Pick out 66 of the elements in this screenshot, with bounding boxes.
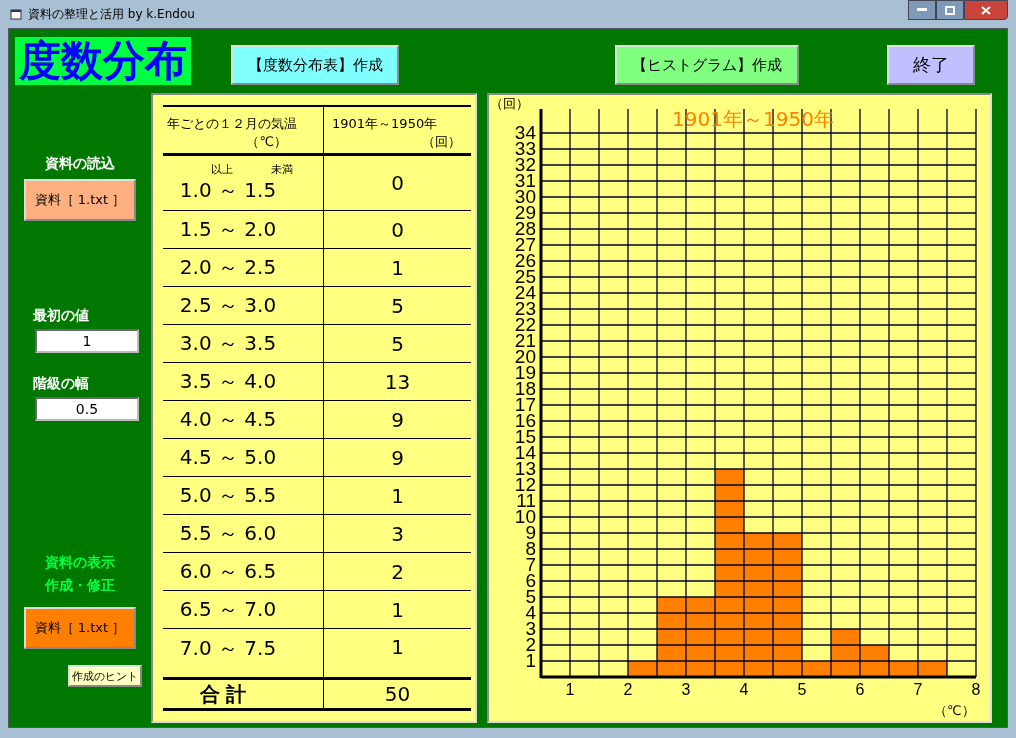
range-cell: 5.5 ～ 6.0 (179, 520, 277, 547)
x-tick-label: 4 (739, 681, 749, 698)
maximize-icon (945, 5, 955, 15)
range-cell: 5.0 ～ 5.5 (179, 482, 277, 509)
range-cell: 1.5 ～ 2.0 (179, 216, 277, 243)
range-cell: 6.0 ～ 6.5 (179, 558, 277, 585)
range-cell: 7.0 ～ 7.5 (179, 635, 277, 662)
count-cell: 1 (391, 483, 404, 508)
edit-file-button[interactable]: 資料［ 1.txt ］ (24, 607, 136, 649)
toolbar-button[interactable]: 終了 (887, 45, 975, 85)
range-cell: 3.5 ～ 4.0 (179, 368, 277, 395)
display-label: 資料の表示 (45, 553, 115, 572)
maximize-button[interactable] (936, 0, 964, 20)
bound-label: 以上 (211, 162, 233, 177)
window-title: 資料の整理と活用 by k.Endou (28, 5, 195, 23)
display-label: 作成・修正 (45, 576, 115, 595)
class-width-field[interactable]: 0.5 (35, 397, 139, 421)
x-tick-label: 7 (913, 681, 923, 698)
column-title: 1901年～1950年 (332, 115, 439, 133)
x-tick-label: 1 (565, 681, 575, 698)
range-cell: 3.0 ～ 3.5 (179, 330, 277, 357)
count-cell: 5 (391, 293, 404, 318)
toolbar-button[interactable]: 【ヒストグラム】作成 (615, 45, 799, 85)
count-cell: 0 (391, 171, 404, 195)
load-file-button[interactable]: 資料［ 1.txt ］ (24, 179, 136, 221)
range-cell: 1.0 ～ 1.5 (179, 177, 277, 204)
toolbar-button[interactable]: 【度数分布表】作成 (231, 45, 399, 85)
first-value-field[interactable]: 1 (35, 329, 139, 353)
class-width-label: 階級の幅 (33, 375, 89, 393)
column-unit: （回） (422, 133, 461, 151)
range-cell: 6.5 ～ 7.0 (179, 596, 277, 623)
x-tick-label: 3 (681, 681, 691, 698)
range-cell: 2.5 ～ 3.0 (179, 292, 277, 319)
close-button[interactable] (964, 0, 1008, 20)
range-cell: 2.0 ～ 2.5 (179, 254, 277, 281)
y-axis-unit: （回） (490, 96, 529, 111)
count-cell: 2 (391, 559, 404, 584)
count-cell: 0 (391, 217, 404, 242)
count-cell: 9 (391, 445, 404, 470)
window-icon (10, 8, 22, 20)
x-tick-label: 5 (797, 681, 807, 698)
count-cell: 1 (391, 597, 404, 622)
close-icon (981, 5, 991, 15)
first-value-label: 最初の値 (33, 307, 89, 325)
count-cell: 9 (391, 407, 404, 432)
total-value: 50 (384, 682, 411, 706)
range-cell: 4.0 ～ 4.5 (179, 406, 277, 433)
x-tick-label: 8 (971, 681, 981, 698)
hint-button[interactable]: 作成のヒント (68, 665, 142, 687)
count-cell: 3 (391, 521, 404, 546)
minimize-button[interactable] (908, 0, 936, 20)
count-cell: 1 (391, 635, 404, 659)
bound-label: 未満 (271, 162, 293, 177)
count-cell: 5 (391, 331, 404, 356)
column-unit: （℃） (246, 133, 287, 151)
range-cell: 4.5 ～ 5.0 (179, 444, 277, 471)
count-cell: 1 (391, 255, 404, 280)
x-tick-label: 6 (855, 681, 865, 698)
load-label: 資料の読込 (45, 155, 115, 173)
total-label: 合 計 (199, 680, 247, 708)
column-title: 年ごとの１２月の気温 (167, 115, 297, 133)
x-tick-label: 2 (623, 681, 633, 698)
count-cell: 13 (384, 369, 411, 394)
app-heading: 度数分布 (15, 37, 191, 85)
x-axis-unit: （℃） (934, 703, 975, 718)
minimize-icon (917, 8, 927, 12)
